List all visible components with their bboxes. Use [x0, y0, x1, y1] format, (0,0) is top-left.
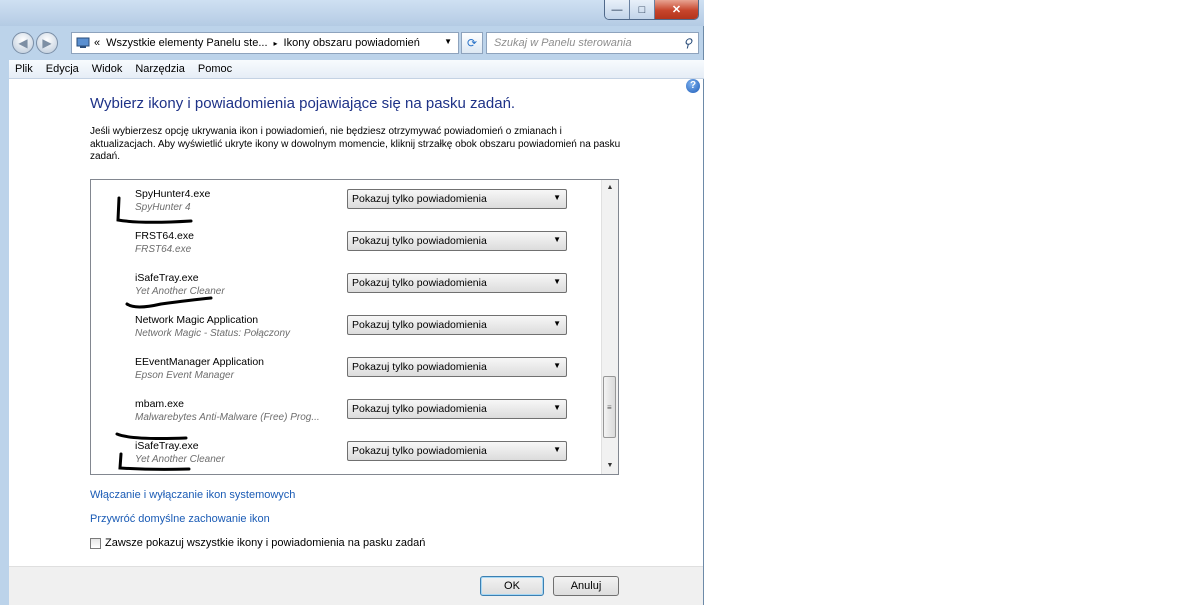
- list-item: mbam.exe Malwarebytes Anti-Malware (Free…: [91, 390, 603, 440]
- icon-description: SpyHunter 4: [135, 202, 191, 213]
- scroll-down-icon[interactable]: ▼: [602, 458, 618, 474]
- behavior-value: Pokazuj tylko powiadomienia: [352, 319, 487, 331]
- chevron-down-icon: ▼: [553, 277, 561, 286]
- icon-description: Epson Event Manager: [135, 370, 234, 381]
- breadcrumb-prefix[interactable]: «: [94, 37, 100, 49]
- behavior-select[interactable]: Pokazuj tylko powiadomienia ▼: [347, 189, 567, 209]
- always-show-checkbox[interactable]: [90, 537, 101, 549]
- list-scrollbar[interactable]: ▲ ≡ ▼: [601, 180, 618, 474]
- behavior-value: Pokazuj tylko powiadomienia: [352, 403, 487, 415]
- help-icon[interactable]: ?: [686, 79, 700, 93]
- chevron-down-icon: ▼: [553, 319, 561, 328]
- breadcrumb-separator-icon[interactable]: ▸: [274, 39, 278, 48]
- search-input[interactable]: Szukaj w Panelu sterowania ⚲: [486, 32, 699, 54]
- caption-buttons: — □ ✕: [604, 0, 699, 20]
- breadcrumb-all-control-panel-items[interactable]: Wszystkie elementy Panelu ste...: [106, 37, 267, 49]
- always-show-option[interactable]: Zawsze pokazuj wszystkie ikony i powiado…: [90, 537, 425, 549]
- forward-button[interactable]: ▶: [36, 32, 58, 54]
- icon-description: Yet Another Cleaner: [135, 286, 225, 297]
- behavior-select[interactable]: Pokazuj tylko powiadomienia ▼: [347, 273, 567, 293]
- icon-name: EEventManager Application: [135, 356, 264, 368]
- menu-edit[interactable]: Edycja: [46, 63, 79, 75]
- behavior-select[interactable]: Pokazuj tylko powiadomienia ▼: [347, 357, 567, 377]
- intro-text: Jeśli wybierzesz opcję ukrywania ikon i …: [90, 126, 621, 162]
- search-icon[interactable]: ⚲: [683, 36, 692, 50]
- chevron-down-icon: ▼: [553, 361, 561, 370]
- notification-icons-list[interactable]: SpyHunter4.exe SpyHunter 4 Pokazuj tylko…: [90, 179, 619, 475]
- list-item: iSafeTray.exe Yet Another Cleaner Pokazu…: [91, 264, 603, 309]
- minimize-button[interactable]: —: [605, 0, 630, 19]
- list-item: iSafeTray.exe Yet Another Cleaner Pokazu…: [91, 432, 603, 474]
- back-arrow-icon: ◀: [18, 36, 28, 50]
- icon-name: FRST64.exe: [135, 230, 194, 242]
- control-panel-window: — □ ✕ ◀ ▶ « Wszystkie elementy Panelu st…: [0, 0, 704, 605]
- chevron-down-icon: ▼: [553, 445, 561, 454]
- chevron-down-icon: ▼: [553, 193, 561, 202]
- menu-help[interactable]: Pomoc: [198, 63, 232, 75]
- list-item: FRST64.exe FRST64.exe Pokazuj tylko powi…: [91, 222, 603, 264]
- menu-file[interactable]: Plik: [15, 63, 33, 75]
- behavior-value: Pokazuj tylko powiadomienia: [352, 235, 487, 247]
- address-dropdown-icon[interactable]: ▼: [444, 37, 452, 46]
- forward-arrow-icon: ▶: [42, 36, 52, 50]
- behavior-value: Pokazuj tylko powiadomienia: [352, 361, 487, 373]
- dialog-footer: OK Anuluj: [9, 566, 703, 605]
- refresh-icon: ⟳: [466, 36, 478, 50]
- maximize-button[interactable]: □: [630, 0, 655, 19]
- scroll-up-icon[interactable]: ▲: [602, 180, 618, 196]
- icon-name: iSafeTray.exe: [135, 272, 199, 284]
- search-placeholder: Szukaj w Panelu sterowania: [494, 37, 632, 49]
- icon-name: mbam.exe: [135, 398, 185, 410]
- list-item: EEventManager Application Epson Event Ma…: [91, 348, 603, 390]
- icon-name: iSafeTray.exe: [135, 440, 199, 452]
- behavior-select[interactable]: Pokazuj tylko powiadomienia ▼: [347, 315, 567, 335]
- icon-description: Network Magic - Status: Połączony: [135, 328, 291, 339]
- menu-view[interactable]: Widok: [92, 63, 123, 75]
- chevron-down-icon: ▼: [553, 403, 561, 412]
- behavior-value: Pokazuj tylko powiadomienia: [352, 193, 487, 205]
- behavior-value: Pokazuj tylko powiadomienia: [352, 277, 487, 289]
- content-pane: ? Wybierz ikony i powiadomienia pojawiaj…: [9, 79, 703, 566]
- behavior-select[interactable]: Pokazuj tylko powiadomienia ▼: [347, 441, 567, 461]
- breadcrumb-notification-icons[interactable]: Ikony obszaru powiadomień: [284, 37, 420, 49]
- title-bar[interactable]: — □ ✕: [0, 0, 704, 26]
- list-item: SpyHunter4.exe SpyHunter 4 Pokazuj tylko…: [91, 180, 603, 224]
- scroll-thumb[interactable]: ≡: [603, 376, 616, 438]
- restore-default-link[interactable]: Przywróć domyślne zachowanie ikon: [90, 513, 270, 525]
- icon-description: Yet Another Cleaner: [135, 454, 225, 465]
- icon-name: SpyHunter4.exe: [135, 188, 211, 200]
- icon-description: Malwarebytes Anti-Malware (Free) Prog...: [135, 412, 320, 423]
- close-button[interactable]: ✕: [655, 0, 698, 19]
- grip-icon: ≡: [607, 403, 612, 412]
- icon-description: FRST64.exe: [135, 244, 192, 255]
- icon-name: Network Magic Application: [135, 314, 259, 326]
- address-bar[interactable]: « Wszystkie elementy Panelu ste... ▸ Iko…: [71, 32, 459, 54]
- list-item: Network Magic Application Network Magic …: [91, 306, 603, 348]
- page-title: Wybierz ikony i powiadomienia pojawiając…: [90, 95, 516, 112]
- control-panel-icon: [76, 37, 90, 48]
- chevron-down-icon: ▼: [553, 235, 561, 244]
- menu-bar: Plik Edycja Widok Narzędzia Pomoc: [9, 60, 704, 79]
- menu-tools[interactable]: Narzędzia: [135, 63, 185, 75]
- system-icons-link[interactable]: Włączanie i wyłączanie ikon systemowych: [90, 489, 295, 501]
- cancel-button[interactable]: Anuluj: [553, 576, 619, 596]
- behavior-value: Pokazuj tylko powiadomienia: [352, 445, 487, 457]
- always-show-label[interactable]: Zawsze pokazuj wszystkie ikony i powiado…: [105, 537, 425, 549]
- back-button[interactable]: ◀: [12, 32, 34, 54]
- ok-button[interactable]: OK: [480, 576, 544, 596]
- navigation-bar: ◀ ▶ « Wszystkie elementy Panelu ste... ▸…: [0, 26, 704, 60]
- behavior-select[interactable]: Pokazuj tylko powiadomienia ▼: [347, 399, 567, 419]
- refresh-button[interactable]: ⟳: [461, 32, 483, 54]
- behavior-select[interactable]: Pokazuj tylko powiadomienia ▼: [347, 231, 567, 251]
